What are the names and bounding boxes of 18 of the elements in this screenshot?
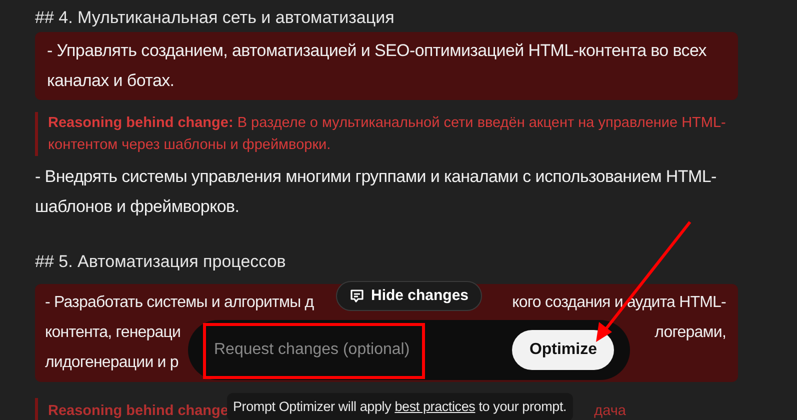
optimize-button[interactable]: Optimize bbox=[512, 330, 614, 370]
reasoning-fragment: дача bbox=[594, 402, 626, 420]
section-heading: ## 5. Автоматизация процессов bbox=[35, 251, 287, 273]
section-heading: ## 4. Мультиканальная сеть и автоматизация bbox=[35, 7, 396, 29]
hint-text: Prompt Optimizer will apply best practices to your prompt. bbox=[233, 398, 567, 416]
paragraph-fragment: логерами, bbox=[654, 323, 726, 343]
reasoning-label: Reasoning behind change bbox=[48, 402, 228, 420]
comment-icon bbox=[349, 288, 365, 304]
reasoning-note: Reasoning behind change: В разделе о мультиканальной сети введён акцент на управление HTML-контентом через шаблоны и фреймворки. bbox=[35, 112, 738, 156]
changed-paragraph: - Управлять созданием, автоматизацией и SEO-оптимизацией HTML-контента во всех каналах и ботах. bbox=[35, 32, 738, 100]
best-practices-link[interactable]: best practices bbox=[394, 398, 476, 414]
hide-changes-button[interactable]: Hide changes bbox=[336, 281, 482, 311]
paragraph-fragment: - Разработать системы и алгоритмы д bbox=[45, 293, 314, 313]
request-bar[interactable]: Request changes (optional) Optimize bbox=[188, 320, 630, 380]
paragraph-fragment: кого создания и аудита HTML- bbox=[512, 293, 726, 313]
paragraph-fragment: лидогенерации и р bbox=[45, 353, 178, 373]
paragraph: - Внедрять системы управления многими группами и каналами с использованием HTML-шаблонов и фреймворков. bbox=[35, 166, 718, 218]
paragraph-fragment: контента, генераци bbox=[45, 323, 181, 343]
